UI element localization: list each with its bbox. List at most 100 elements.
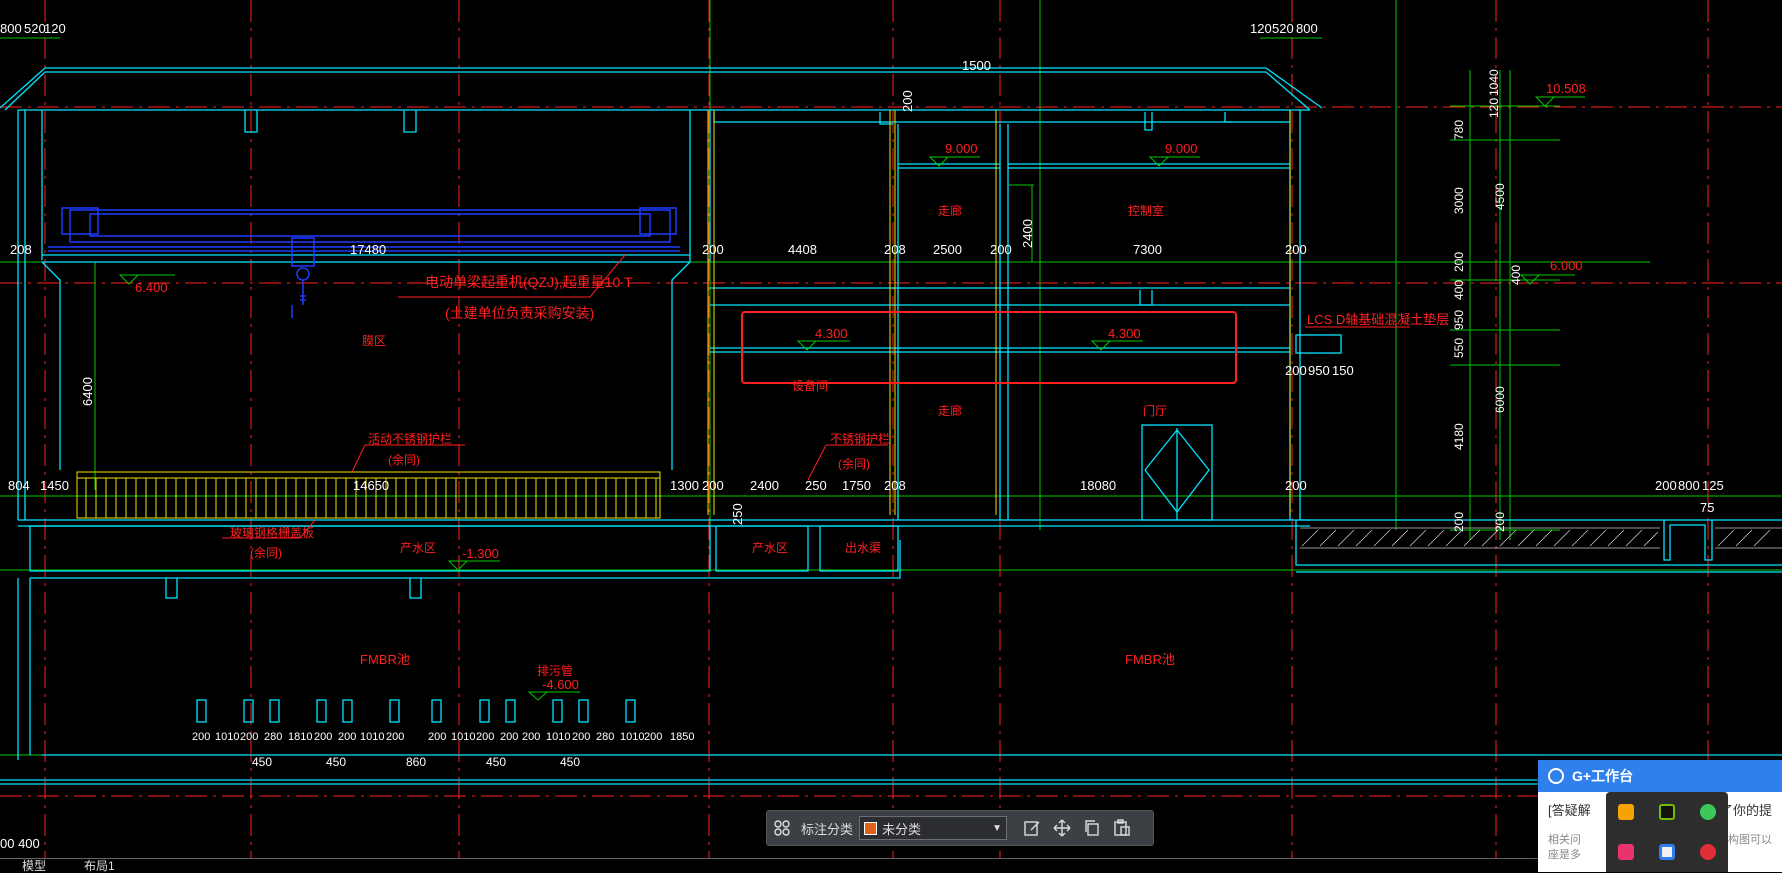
gplus-panel-title: G+工作台: [1572, 768, 1634, 784]
elevation-text: 10.508: [1546, 81, 1586, 96]
span-text: 2400: [1020, 219, 1035, 248]
selected-category: 未分类: [882, 821, 922, 837]
span-text: 150: [1332, 363, 1354, 378]
svg-text:1010: 1010: [620, 731, 644, 743]
svg-text:400: 400: [1509, 265, 1523, 285]
span-text: 2400: [750, 478, 779, 493]
building-section: [0, 67, 1782, 785]
shield-icon[interactable]: [1618, 804, 1635, 820]
flag-icon[interactable]: [1618, 844, 1635, 860]
dim-text: 520: [24, 21, 46, 36]
room-label: 膜区: [362, 334, 386, 348]
svg-text:200: 200: [1452, 512, 1466, 532]
nvidia-icon[interactable]: [1658, 804, 1675, 820]
svg-text:200: 200: [192, 731, 210, 743]
span-text: 75: [1700, 500, 1714, 515]
svg-text:200: 200: [338, 731, 356, 743]
green-app-icon[interactable]: [1699, 804, 1716, 820]
span-text: 208: [884, 478, 906, 493]
svg-text:200: 200: [428, 731, 446, 743]
room-label: 出水渠: [845, 541, 881, 555]
svg-text:4500: 4500: [1493, 183, 1507, 210]
tab-model[interactable]: 模型: [22, 859, 46, 873]
svg-text:550: 550: [1452, 338, 1466, 358]
svg-text:1850: 1850: [670, 731, 694, 743]
elevation-text: -1.300: [462, 546, 499, 561]
room-label: 控制室: [1128, 203, 1164, 218]
svg-text:200: 200: [500, 731, 518, 743]
svg-text:860: 860: [406, 755, 426, 769]
tray-popup: [1606, 792, 1728, 872]
pile-marks: [196, 699, 636, 723]
yellow-elements: [76, 110, 1291, 519]
paste-icon[interactable]: [1107, 813, 1137, 843]
guardrail-note: 活动不锈钢护栏: [368, 431, 452, 446]
elevation-text: 9.000: [945, 141, 978, 156]
crane-note: 电动单梁起重机(QZJ),起重量10 T: [425, 274, 633, 290]
ground-hatch: [1300, 527, 1782, 549]
span-text: 125: [1702, 478, 1724, 493]
tab-layout1[interactable]: 布局1: [84, 859, 115, 873]
span-text: 804: [8, 478, 30, 493]
netease-icon[interactable]: [1699, 844, 1716, 860]
floor-note: 玻璃钢格栅盖板: [230, 525, 314, 540]
floor-note: (余同): [250, 545, 282, 560]
svg-text:6000: 6000: [1493, 386, 1507, 413]
dim-text: 800: [0, 21, 22, 36]
dim-text: 800: [1296, 21, 1318, 36]
cad-drawing-canvas[interactable]: 800 520 120 120 520 800 1500 200 9.000 9…: [0, 0, 1782, 872]
room-label: 门厅: [1143, 403, 1167, 418]
span-text: 4408: [788, 242, 817, 257]
svg-text:200: 200: [644, 731, 662, 743]
span-text: 250: [730, 503, 745, 525]
span-text: 208: [10, 242, 32, 257]
svg-text:120: 120: [1487, 98, 1501, 118]
crane: [48, 207, 680, 318]
layout-tabs: 模型 布局1: [0, 858, 1540, 873]
elevation-text: 6.400: [135, 280, 168, 295]
edit-icon[interactable]: [1017, 813, 1047, 843]
gplus-line1-left: [答疑解: [1548, 803, 1591, 818]
svg-text:1010: 1010: [546, 731, 570, 743]
span-text: 200: [1285, 478, 1307, 493]
svg-text:200: 200: [572, 731, 590, 743]
copy-icon[interactable]: [1077, 813, 1107, 843]
gplus-panel-header[interactable]: G+工作台: [1538, 760, 1782, 792]
dim-text: 200: [900, 90, 915, 112]
lcs-label: LCS D轴基础混凝土垫层: [1307, 312, 1449, 327]
svg-text:200: 200: [240, 731, 258, 743]
svg-text:200: 200: [386, 731, 404, 743]
room-label: 设备间: [792, 379, 828, 393]
chevron-down-icon: ▼: [992, 822, 1003, 834]
span-text: 200: [702, 478, 724, 493]
svg-text:450: 450: [326, 755, 346, 769]
svg-text:450: 450: [486, 755, 506, 769]
svg-text:200: 200: [522, 731, 540, 743]
svg-text:1010: 1010: [360, 731, 384, 743]
dim-text: 00 400: [0, 836, 40, 851]
span-text: 200: [1655, 478, 1677, 493]
svg-text:450: 450: [252, 755, 272, 769]
annotation-category-select[interactable]: 未分类 ▼: [859, 816, 1008, 840]
span-text: 200: [1285, 242, 1307, 257]
span-text: 1450: [40, 478, 69, 493]
room-label: FMBR池: [1125, 652, 1175, 667]
gplus-logo-icon: [1548, 768, 1564, 784]
elevation-text: 4.300: [815, 326, 848, 341]
span-text: 950: [1308, 363, 1330, 378]
svg-text:780: 780: [1452, 120, 1466, 140]
span-text: 200: [990, 242, 1012, 257]
elevation-text: 4.300: [1108, 326, 1141, 341]
svg-text:200: 200: [476, 731, 494, 743]
move-icon[interactable]: [1047, 813, 1077, 843]
svg-text:1010: 1010: [451, 731, 475, 743]
grid-icon[interactable]: [767, 813, 797, 843]
elevation-markers: [118, 96, 1585, 701]
svg-text:280: 280: [596, 731, 614, 743]
pipe-label: 排污管: [537, 663, 573, 678]
cloud-icon[interactable]: [1658, 844, 1675, 860]
dim-text: 1500: [962, 58, 991, 73]
dim-text: 520: [1272, 21, 1294, 36]
room-label: 产水区: [752, 541, 788, 555]
svg-text:200: 200: [1452, 252, 1466, 272]
